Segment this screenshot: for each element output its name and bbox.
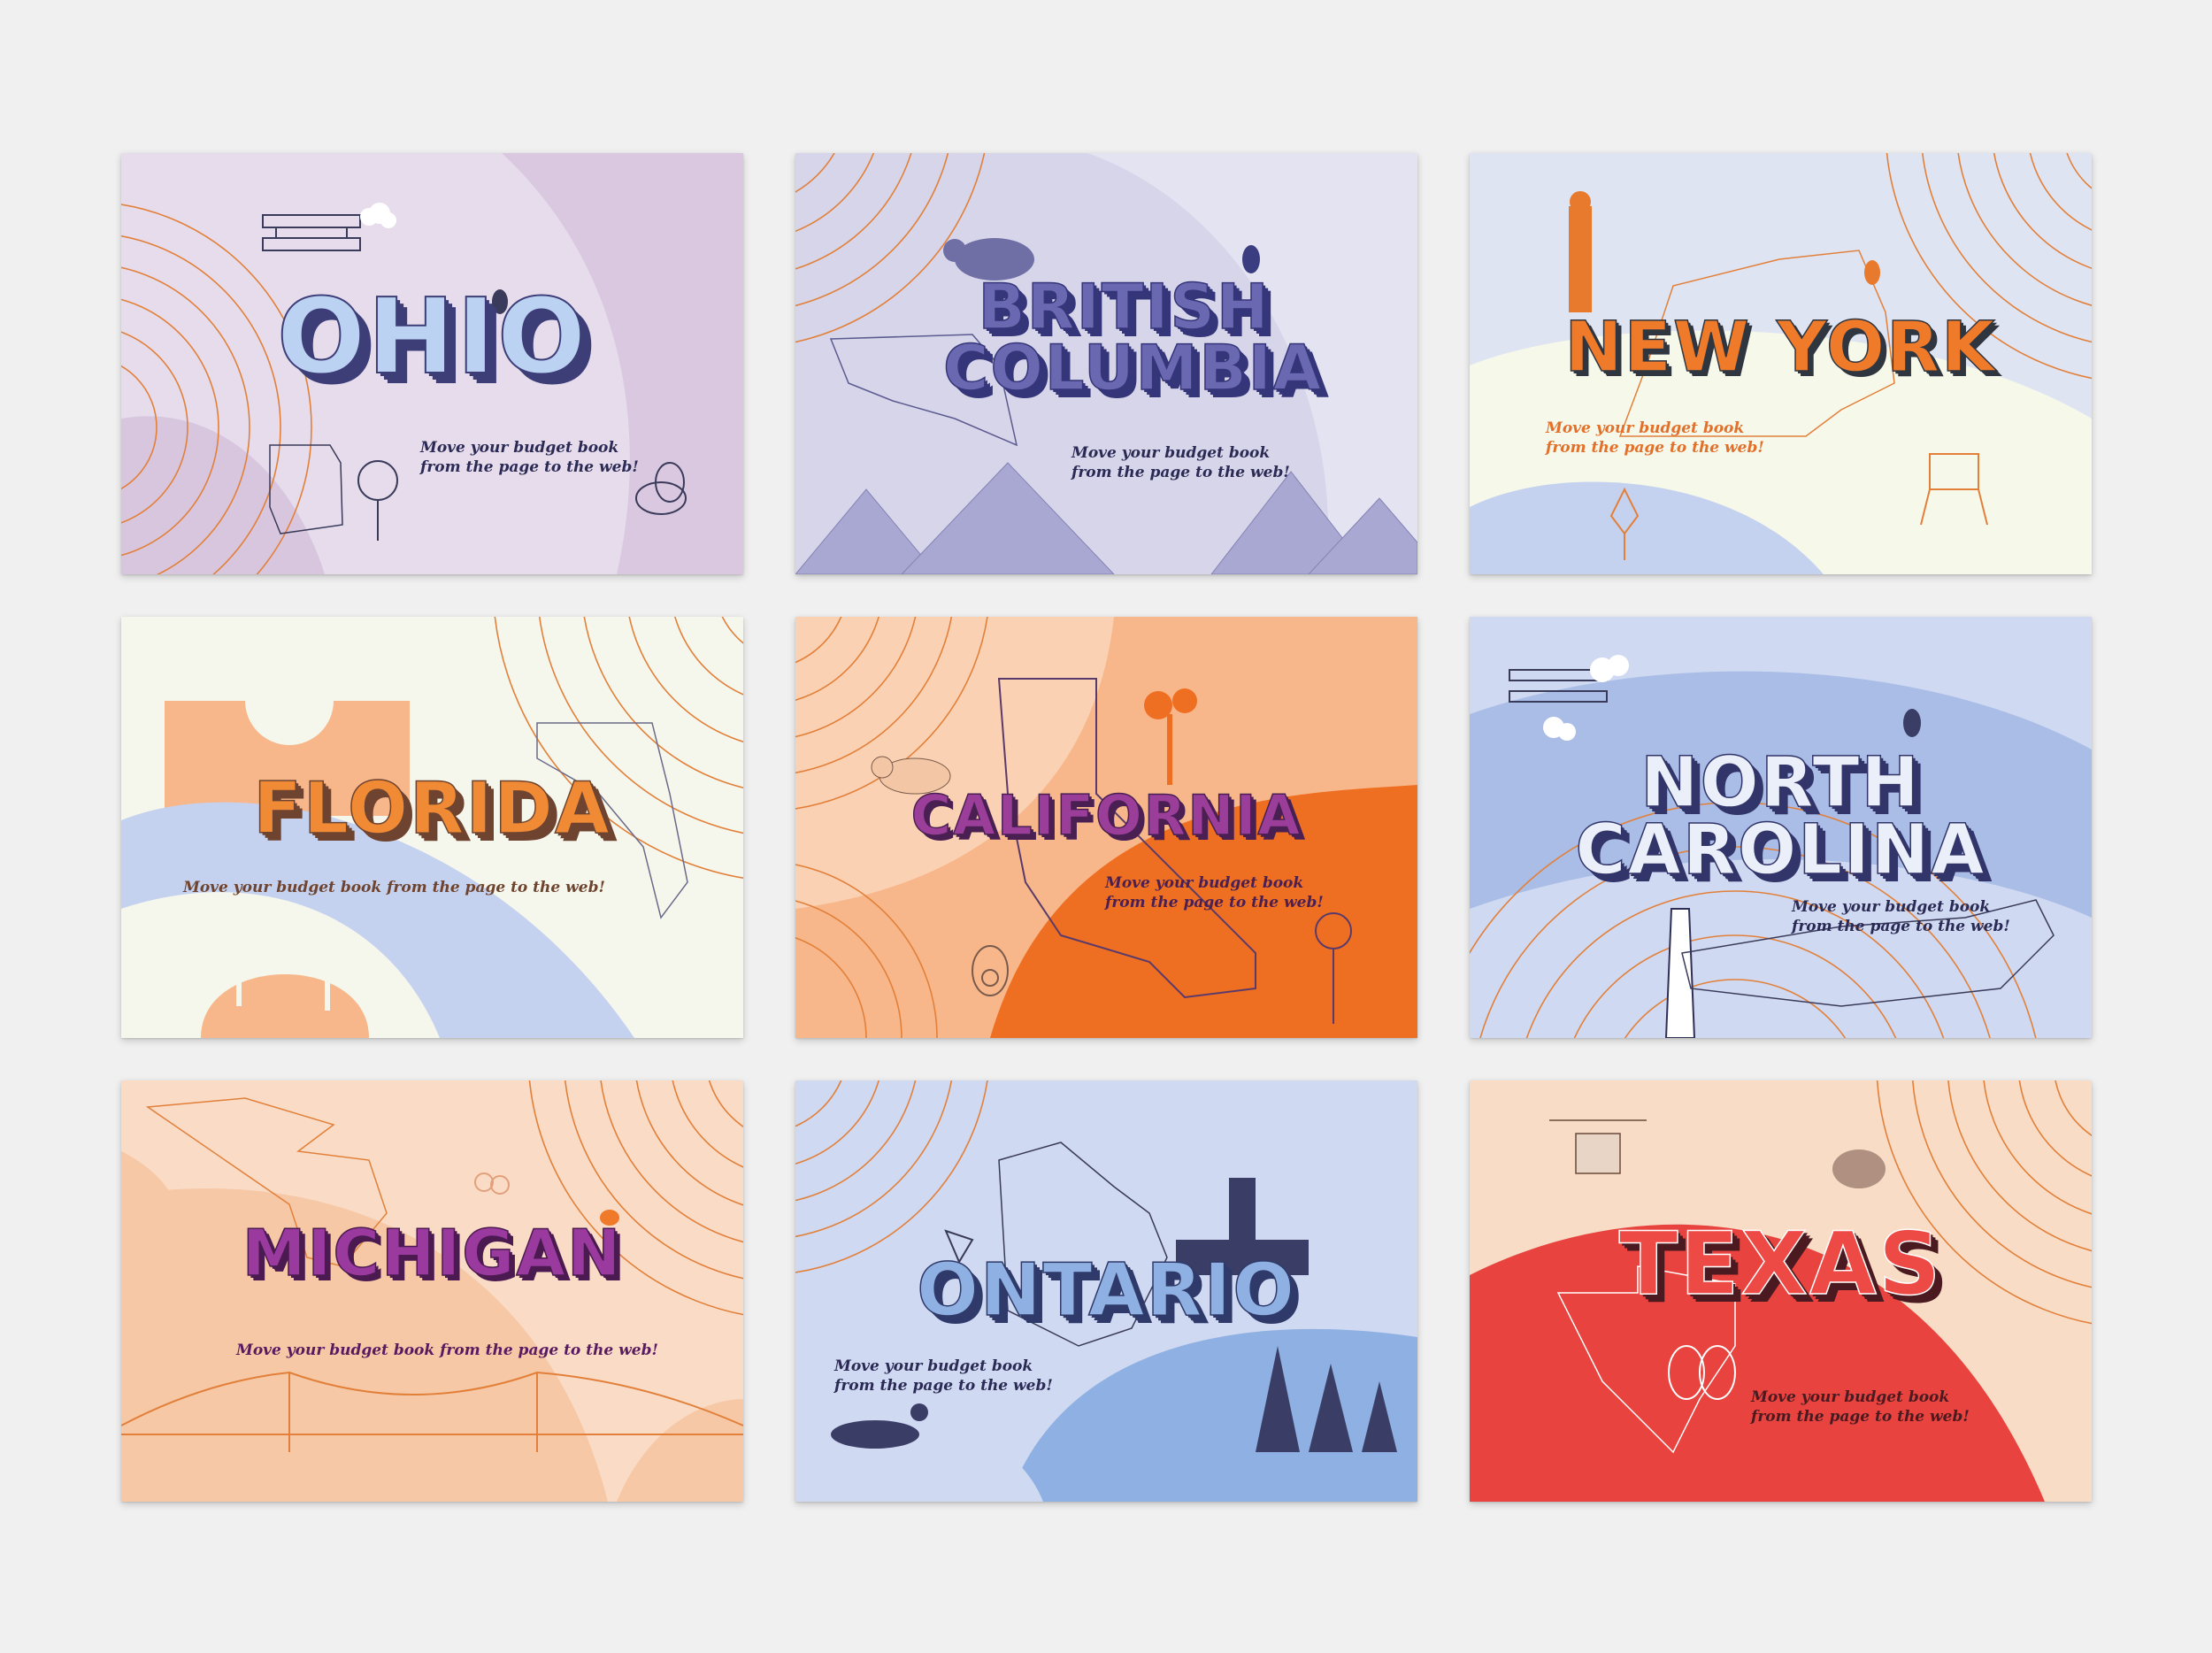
postcard-california: CALIFORNIA Move your budget book from th… <box>795 617 1417 1038</box>
card-title: MICHIGAN <box>242 1216 623 1290</box>
postcard-ontario: ONTARIO Move your budget book from the p… <box>795 1080 1417 1502</box>
postcard-british-columbia: BRITISH COLUMBIA Move your budget book f… <box>795 153 1417 574</box>
armadillo-icon <box>1832 1149 1886 1188</box>
postcard-north-carolina: NORTH CAROLINA Move your budget book fro… <box>1470 617 2092 1038</box>
jay-icon <box>1242 245 1260 273</box>
cardinal-icon <box>1903 709 1921 737</box>
card-title: BRITISH COLUMBIA <box>942 271 1324 404</box>
statue-of-liberty-icon <box>1569 191 1592 312</box>
tree-icon <box>357 460 398 541</box>
airplane-icon <box>262 214 361 251</box>
lighthouse-icon <box>1664 908 1696 1038</box>
postcard-texas: TEXAS Move your budget book from the pag… <box>1470 1080 2092 1502</box>
bird-icon <box>1864 260 1880 285</box>
longhorn-icon <box>1549 1119 1647 1174</box>
postcard-new-york: NEW YORK Move your budget book from the … <box>1470 153 2092 574</box>
tagline: Move your budget book from the page to t… <box>1546 419 1764 457</box>
tagline: Move your budget book from the page to t… <box>1071 444 1290 481</box>
card-title: OHIO <box>276 275 588 397</box>
tagline: Move your budget book from the page to t… <box>183 879 605 896</box>
card-title: ONTARIO <box>916 1249 1296 1333</box>
card-title: CALIFORNIA <box>910 783 1302 848</box>
postcard-ohio: OHIO Move your budget book from the page… <box>121 153 743 574</box>
postcard-florida: FLORIDA Move your budget book from the p… <box>121 617 743 1038</box>
tagline: Move your budget book from the page to t… <box>236 1342 658 1359</box>
card-title: NORTH CAROLINA <box>1575 743 1986 891</box>
card-title: TEXAS <box>1618 1214 1943 1315</box>
avocado-icon <box>972 945 1009 996</box>
joshua-tree-icon <box>1144 688 1197 785</box>
tagline: Move your budget book from the page to t… <box>1792 898 2010 935</box>
card-title: NEW YORK <box>1564 308 1997 388</box>
tagline: Move your budget book from the page to t… <box>420 439 639 476</box>
tagline: Move your budget book from the page to t… <box>1751 1388 1970 1426</box>
tagline: Move your budget book from the page to t… <box>834 1357 1053 1395</box>
tagline: Move your budget book from the page to t… <box>1105 874 1324 911</box>
cherries-icon <box>474 1172 510 1195</box>
michigan-background <box>121 1080 743 1502</box>
postcard-michigan: MICHIGAN Move your budget book from the … <box>121 1080 743 1502</box>
card-title: FLORIDA <box>253 767 611 850</box>
